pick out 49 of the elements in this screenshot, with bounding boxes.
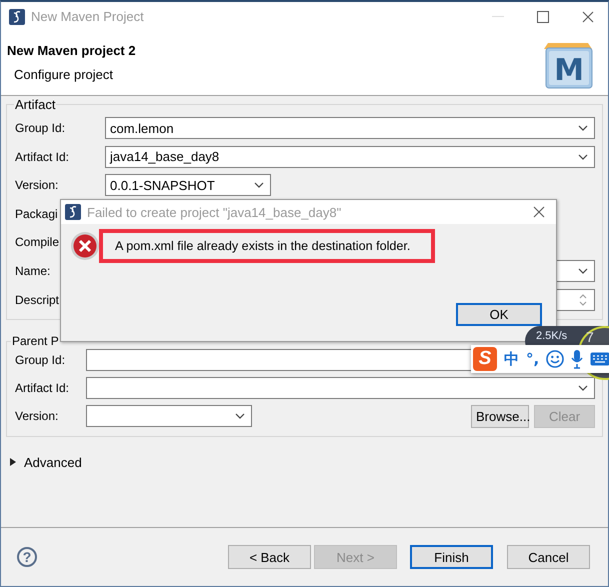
microphone-icon[interactable] <box>571 350 584 368</box>
keyboard-icon[interactable] <box>590 352 609 366</box>
field-label: Group Id: <box>15 352 66 367</box>
chevron-icon <box>578 384 588 391</box>
dialog-title: Failed to create project "java14_base_day8" <box>87 204 342 220</box>
field-label: Artifact Id: <box>15 380 70 395</box>
wizard-button[interactable]: Cancel <box>507 545 590 569</box>
field-label: Packagi <box>15 206 58 221</box>
chevron-icon <box>578 268 588 274</box>
field-label: Version: <box>15 409 58 424</box>
error-icon <box>70 231 100 261</box>
group-label: Parent P <box>11 334 60 348</box>
browse-button[interactable]: Browse... <box>471 404 529 428</box>
language-mode-toggle[interactable]: 中 <box>504 350 519 368</box>
chevron-icon <box>254 182 264 188</box>
field-label: Descript <box>15 292 60 307</box>
error-message: A pom.xml file already exists in the destination folder. <box>99 229 435 263</box>
gauge-reading: 7 <box>586 330 594 345</box>
help-icon[interactable]: ? <box>17 547 37 567</box>
smiley-icon[interactable] <box>546 350 564 368</box>
chevron-icon <box>235 413 245 420</box>
speed-reading: 2.5K/s <box>536 330 568 342</box>
chevron-icon <box>578 154 588 160</box>
field-label: Artifact Id: <box>15 150 70 164</box>
advanced-toggle[interactable]: Advanced <box>6 454 603 470</box>
page-title: New Maven project 2 <box>7 42 136 58</box>
close-icon[interactable] <box>533 206 545 218</box>
field-label: Version: <box>15 178 58 192</box>
combo-box[interactable]: java14_base_day8 <box>105 146 595 168</box>
field-label: Name: <box>15 264 50 278</box>
punctuation-toggle[interactable]: °, <box>526 350 540 368</box>
combo-box[interactable]: com.lemon <box>105 117 595 139</box>
page-subtitle: Configure project <box>13 66 114 82</box>
window-title: New Maven Project <box>31 9 144 24</box>
app-icon <box>9 8 25 24</box>
combo-box[interactable] <box>86 405 252 428</box>
combo-box[interactable]: 0.0.1-SNAPSHOT <box>105 174 271 196</box>
wizard-button[interactable]: Finish <box>410 545 493 569</box>
combo-box[interactable] <box>86 376 595 399</box>
wizard-button[interactable]: < Back <box>228 545 311 569</box>
close-icon[interactable] <box>582 10 594 22</box>
maximize-icon[interactable] <box>537 10 549 22</box>
group-label: Artifact <box>14 97 56 112</box>
field-label: Compile <box>15 235 60 250</box>
ok-button[interactable]: OK <box>456 303 542 326</box>
app-icon <box>65 204 81 220</box>
chevron-icon <box>578 125 588 131</box>
field-label: Group Id: <box>15 121 66 135</box>
spinner-icon[interactable] <box>578 292 588 308</box>
